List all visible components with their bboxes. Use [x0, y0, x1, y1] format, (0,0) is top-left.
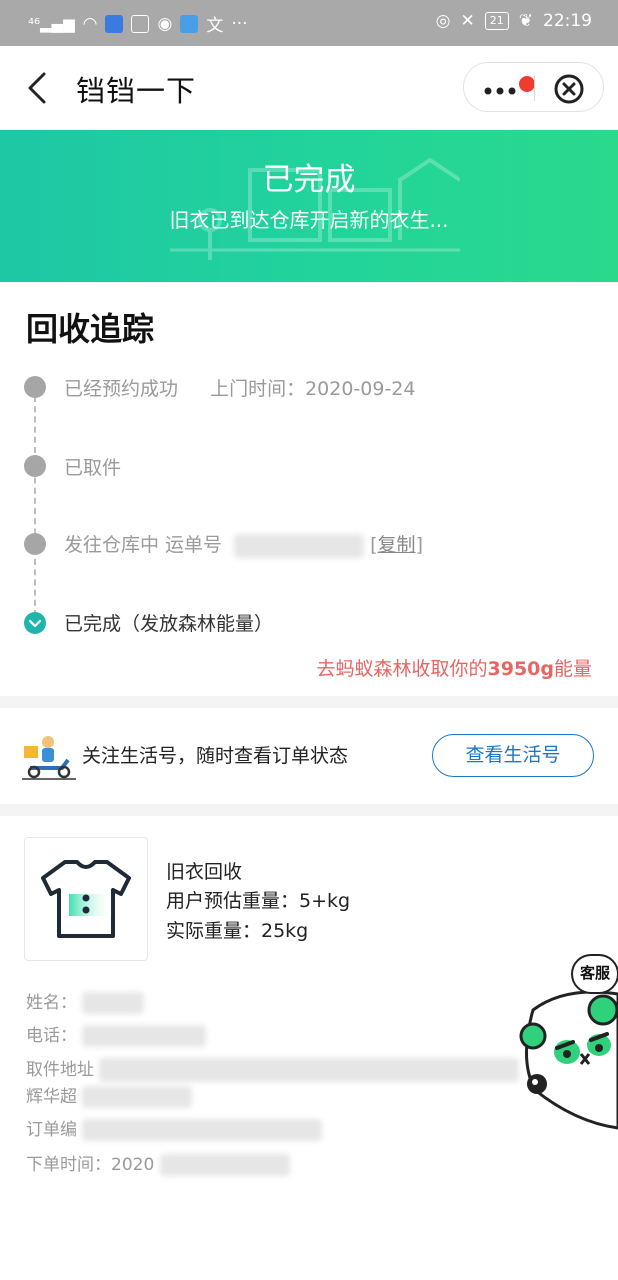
- signal-icon: ⁴⁶▂▄▆: [28, 14, 75, 33]
- name-redacted: [82, 992, 145, 1014]
- step-label: 发往仓库中 运单号: [64, 534, 223, 556]
- forest-energy-link[interactable]: 去蚂蚁森林收取你的3950g能量: [316, 654, 592, 681]
- order-number-label: 订单编: [26, 1120, 77, 1140]
- timeline-dot: [24, 455, 46, 477]
- close-button[interactable]: [552, 72, 586, 106]
- miniapp-capsule: [463, 62, 604, 112]
- timeline-line: [34, 396, 36, 616]
- section-divider: [0, 696, 618, 708]
- section-divider: [0, 804, 618, 816]
- capsule-divider: [534, 75, 535, 101]
- order-number-redacted: [82, 1119, 323, 1141]
- more-notifications-icon: ···: [231, 13, 248, 34]
- phone-label: 电话：: [26, 1026, 77, 1046]
- page-title: 铛铛一下: [76, 74, 197, 108]
- status-bar: ⁴⁶▂▄▆ ◠ ◉ 文 ··· ◎ ✕ 21 ❦ 22:19: [0, 0, 618, 46]
- name-label: 姓名：: [26, 993, 77, 1013]
- back-button[interactable]: [20, 68, 56, 108]
- check-chevron-icon: [28, 619, 42, 628]
- energy-suffix: 能量: [553, 658, 592, 680]
- visit-time: 上门时间：2020-09-24: [210, 378, 416, 400]
- leaf-icon: ❦: [518, 11, 533, 31]
- order-status: 已完成: [262, 162, 356, 198]
- timeline-dot: [24, 533, 46, 555]
- notification-dot: [519, 76, 535, 92]
- product-name: 旧衣回收: [166, 861, 243, 883]
- copy-button[interactable]: 复制: [378, 534, 416, 556]
- view-life-account-button[interactable]: 查看生活号: [432, 734, 594, 777]
- tshirt-icon: [41, 860, 131, 938]
- timeline-dot-done: [24, 612, 46, 634]
- phone-redacted: [82, 1025, 207, 1047]
- delivery-scooter-icon: [22, 736, 76, 780]
- translate-icon: 文: [206, 16, 224, 36]
- battery-icon: 21: [484, 12, 509, 30]
- address-line2-redacted: [82, 1086, 193, 1108]
- address-redacted: [99, 1058, 520, 1082]
- order-time-visible: 2020: [111, 1155, 155, 1175]
- customer-service-label: 客服: [571, 954, 618, 994]
- eye-icon: ◎: [435, 11, 451, 31]
- status-subtitle: 旧衣已到达仓库开启新的衣生...: [169, 208, 449, 232]
- shield-app-icon: [105, 14, 124, 33]
- clock-time: 22:19: [543, 11, 592, 31]
- timeline-step-shipping: 发往仓库中 运单号 [复制]: [64, 533, 423, 558]
- mute-icon: ✕: [460, 11, 475, 31]
- browser-app-icon: [180, 14, 199, 33]
- order-time-redacted: [159, 1154, 290, 1176]
- more-button[interactable]: [474, 71, 535, 105]
- info-address: 取件地址: [26, 1055, 520, 1082]
- info-order-number: 订单编: [26, 1115, 323, 1141]
- status-icons-left: ⁴⁶▂▄▆ ◠ ◉ 文 ···: [28, 11, 248, 37]
- product-image: [24, 837, 148, 961]
- status-icons-right: ◎ ✕ 21 ❦ 22:19: [436, 11, 592, 31]
- info-phone: 电话：: [26, 1021, 207, 1047]
- customer-service-button[interactable]: 客服: [515, 950, 618, 1140]
- chevron-left-icon: [28, 72, 46, 104]
- timeline-step-completed: 已完成（发放森林能量）: [64, 613, 274, 635]
- tracking-title: 回收追踪: [26, 310, 155, 348]
- timeline-step-picked: 已取件: [64, 457, 122, 479]
- info-address-line2: 辉华超: [26, 1082, 193, 1108]
- address-line2-prefix: 辉华超: [26, 1087, 77, 1107]
- order-time-label: 下单时间：: [26, 1155, 111, 1175]
- step-label: 已经预约成功: [64, 378, 179, 400]
- estimated-weight: 用户预估重量：5+kg: [166, 890, 351, 912]
- timeline-dot: [24, 376, 46, 398]
- info-name: 姓名：: [26, 988, 145, 1014]
- follow-prompt: 关注生活号，随时查看订单状态: [82, 745, 349, 767]
- tracking-number-redacted: [234, 533, 365, 558]
- wifi-icon: ◠: [82, 13, 98, 34]
- activity-app-icon: [131, 14, 150, 33]
- energy-amount: 3950g: [487, 658, 554, 680]
- wechat-icon: ◉: [157, 13, 173, 34]
- close-circle-icon: [554, 74, 584, 104]
- address-label: 取件地址: [26, 1060, 94, 1080]
- info-order-time: 下单时间：2020: [26, 1150, 290, 1176]
- actual-weight: 实际重量：25kg: [166, 920, 309, 942]
- status-banner: 已完成 旧衣已到达仓库开启新的衣生...: [0, 130, 618, 282]
- timeline-step-booked: 已经预约成功 上门时间：2020-09-24: [64, 374, 415, 401]
- app-header: 铛铛一下: [0, 46, 618, 130]
- energy-prefix: 去蚂蚁森林收取你的: [316, 658, 488, 680]
